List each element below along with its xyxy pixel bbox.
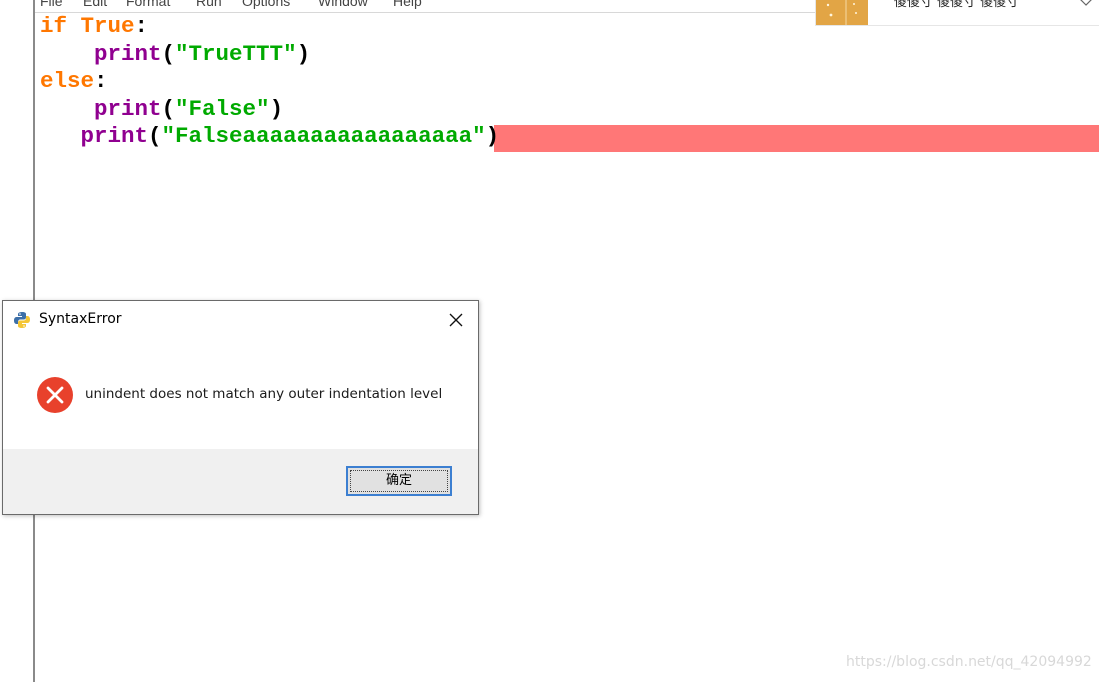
code-token: ) [296, 40, 311, 67]
menu-file[interactable]: File [40, 0, 63, 9]
error-message: unindent does not match any outer indent… [85, 386, 443, 402]
code-token: ) [485, 123, 500, 149]
menubar: File Edit Format Run Options Window Help [35, 0, 815, 13]
code-editor[interactable]: if True: print("TrueTTT") else: print("Fa… [40, 13, 1099, 151]
code-token: ( [161, 95, 176, 122]
code-token: print [80, 123, 149, 149]
notification-text: 傻傻寸 傻傻寸 傻傻寸 [894, 0, 1020, 10]
code-token: print [94, 95, 162, 122]
syntax-error-dialog: SyntaxError unindent does not match any … [2, 300, 479, 515]
code-token: ) [269, 95, 284, 122]
thumbnail-pattern [816, 0, 868, 25]
code-token: : [134, 13, 149, 39]
code-token: else [40, 68, 95, 94]
error-icon [37, 377, 73, 413]
close-icon[interactable] [445, 309, 467, 331]
code-line-5: print("Falseaaaaaaaaaaaaaaaaa") [40, 123, 1099, 151]
code-line-4: print("False") [40, 96, 1099, 124]
notification-panel[interactable]: 傻傻寸 傻傻寸 傻傻寸 [815, 0, 1099, 26]
thumbnail-image [816, 0, 868, 25]
code-token: print [94, 40, 162, 67]
menu-help[interactable]: Help [393, 0, 422, 9]
heart-icon[interactable] [1078, 0, 1094, 6]
code-token: ( [148, 123, 162, 149]
code-token: "TrueTTT" [175, 40, 297, 67]
code-line-3: else: [40, 68, 1099, 96]
code-token: True [80, 13, 135, 39]
dialog-title: SyntaxError [39, 311, 122, 327]
code-token: "Falseaaaaaaaaaaaaaaaaa" [161, 123, 486, 149]
dialog-body: unindent does not match any outer indent… [3, 339, 478, 449]
code-token: ( [161, 40, 176, 67]
code-token: if [40, 13, 68, 39]
code-token: : [94, 68, 108, 94]
menu-format[interactable]: Format [126, 0, 170, 9]
ok-button[interactable]: 确定 [346, 466, 452, 496]
watermark: https://blog.csdn.net/qq_42094992 [846, 654, 1092, 670]
python-icon [14, 312, 30, 328]
dialog-titlebar[interactable]: SyntaxError [3, 301, 478, 339]
menu-edit[interactable]: Edit [83, 0, 107, 9]
menu-run[interactable]: Run [196, 0, 222, 9]
dialog-footer: 确定 [3, 449, 478, 514]
menu-options[interactable]: Options [242, 0, 290, 9]
code-line-2: print("TrueTTT") [40, 41, 1099, 69]
menu-window[interactable]: Window [318, 0, 368, 9]
code-token: "False" [175, 95, 270, 122]
